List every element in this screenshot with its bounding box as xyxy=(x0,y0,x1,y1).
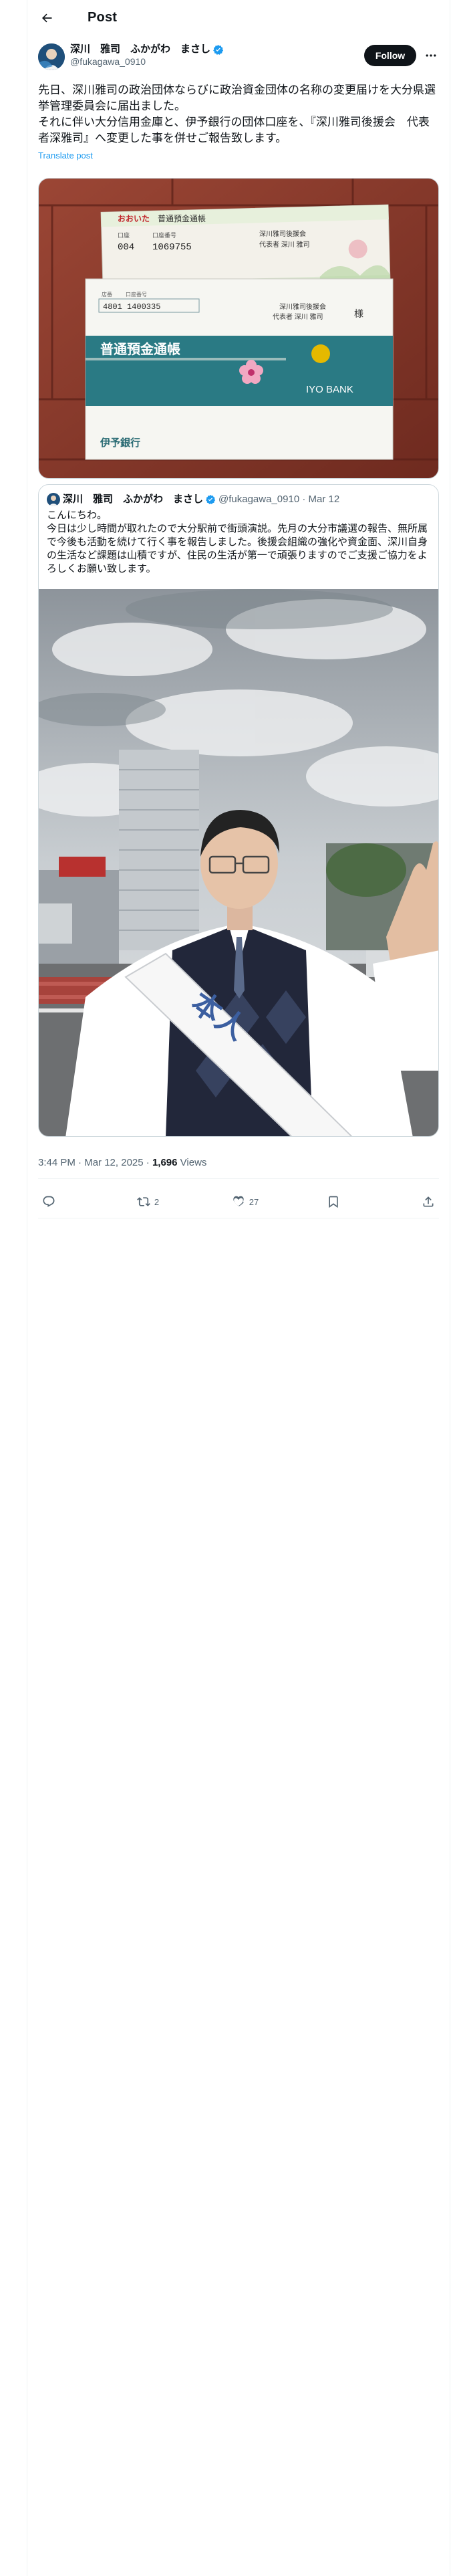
share-icon xyxy=(423,1196,434,1207)
top-book-field-1: 口座 xyxy=(118,231,130,239)
action-bar: 2 27 xyxy=(38,1186,439,1218)
translate-post-link[interactable]: Translate post xyxy=(27,146,450,160)
reply-button[interactable] xyxy=(42,1195,69,1208)
iyo-owner-sub: 代表者 深川 雅司 xyxy=(273,312,323,321)
post-meta: 3:44 PM · Mar 12, 2025 · 1,696 Views xyxy=(38,1157,206,1168)
quote-separator: · xyxy=(299,494,309,505)
iyo-bank-jp: 伊予銀行 xyxy=(100,437,140,449)
heart-icon xyxy=(233,1196,244,1206)
repost-button[interactable]: 2 xyxy=(136,1195,164,1208)
iyo-code-2: 口座番号 xyxy=(126,291,147,298)
iyo-bank-en: IYO BANK xyxy=(306,384,353,395)
post-time[interactable]: 3:44 PM xyxy=(38,1157,76,1168)
iyo-code-1: 店番 xyxy=(102,291,112,298)
bookmark-button[interactable] xyxy=(327,1195,353,1208)
iyo-number: 4801 1400335 xyxy=(103,302,160,312)
top-book-owner-sub: 代表者 深川 雅司 xyxy=(259,240,310,249)
repost-count: 2 xyxy=(154,1196,160,1207)
divider-top xyxy=(38,1178,439,1179)
top-book-owner: 深川雅司後援会 xyxy=(259,229,306,238)
meta-separator: · xyxy=(75,1157,85,1168)
meta-separator-2: · xyxy=(143,1157,152,1168)
quoted-post[interactable]: 深川 雅司 ふかがわ まさし @fukagawa_0910 · Mar 12 こ… xyxy=(38,484,439,1137)
more-dots-icon xyxy=(426,54,436,57)
author-handle[interactable]: @fukagawa_0910 xyxy=(70,56,224,68)
author-name-text: 深川 雅司 ふかがわ まさし xyxy=(70,43,211,55)
repost-icon xyxy=(136,1197,150,1206)
top-book-number: 1069755 xyxy=(152,242,192,253)
iyo-owner: 深川雅司後援会 xyxy=(279,302,326,311)
verified-badge-icon xyxy=(213,44,224,55)
top-book-bank: おおいた xyxy=(118,214,150,223)
top-book-branch: 004 xyxy=(118,242,134,253)
top-book-title: 普通預金通帳 xyxy=(158,213,206,223)
like-count: 27 xyxy=(249,1196,259,1207)
top-bar: Post xyxy=(27,0,450,35)
bookmark-icon xyxy=(329,1196,338,1208)
post-media-passbooks[interactable]: おおいた 普通預金通帳 口座 口座番号 004 1069755 深川雅司後援会 … xyxy=(38,178,439,479)
page-title: Post xyxy=(88,10,118,25)
quote-date: Mar 12 xyxy=(308,494,340,505)
views-label: Views xyxy=(180,1157,207,1168)
back-arrow-icon xyxy=(42,13,52,22)
author-avatar[interactable] xyxy=(38,43,65,70)
quote-text: こんにちわ。 今日は少し時間が取れたので大分駅前で街頭演説。先月の大分市議選の報… xyxy=(47,510,428,574)
iyo-title: 普通預金通帳 xyxy=(100,341,180,357)
quote-verified-badge-icon xyxy=(206,495,216,504)
post-column: Post 深川 雅司 ふかがわ まさし @fukagawa_0910 Follo… xyxy=(27,0,450,160)
post-date[interactable]: Mar 12, 2025 xyxy=(84,1157,143,1168)
share-button[interactable] xyxy=(422,1195,435,1208)
author-display-name[interactable]: 深川 雅司 ふかがわ まさし xyxy=(70,43,224,56)
quote-header: 深川 雅司 ふかがわ まさし @fukagawa_0910 · Mar 12 xyxy=(39,485,438,506)
reply-icon xyxy=(43,1196,55,1207)
views-count: 1,696 xyxy=(152,1157,178,1168)
quote-display-name: 深川 雅司 ふかがわ まさし xyxy=(63,494,204,505)
iyo-stamp: 様 xyxy=(354,308,363,319)
back-button[interactable] xyxy=(35,7,58,29)
more-options-button[interactable] xyxy=(423,47,439,64)
follow-button[interactable]: Follow xyxy=(364,45,416,66)
post-text: 先日、深川雅司の政治団体ならびに政治資金団体の名称の変更届けを大分県選挙管理委員… xyxy=(38,84,436,144)
top-book-field-2: 口座番号 xyxy=(152,231,176,239)
author-row: 深川 雅司 ふかがわ まさし @fukagawa_0910 Follow xyxy=(27,35,450,73)
quote-handle: @fukagawa_0910 xyxy=(218,494,300,505)
quote-avatar xyxy=(47,493,60,506)
author-names: 深川 雅司 ふかがわ まさし @fukagawa_0910 xyxy=(70,43,224,73)
quote-photo[interactable]: 本人 xyxy=(39,589,438,1136)
like-button[interactable]: 27 xyxy=(232,1195,259,1208)
